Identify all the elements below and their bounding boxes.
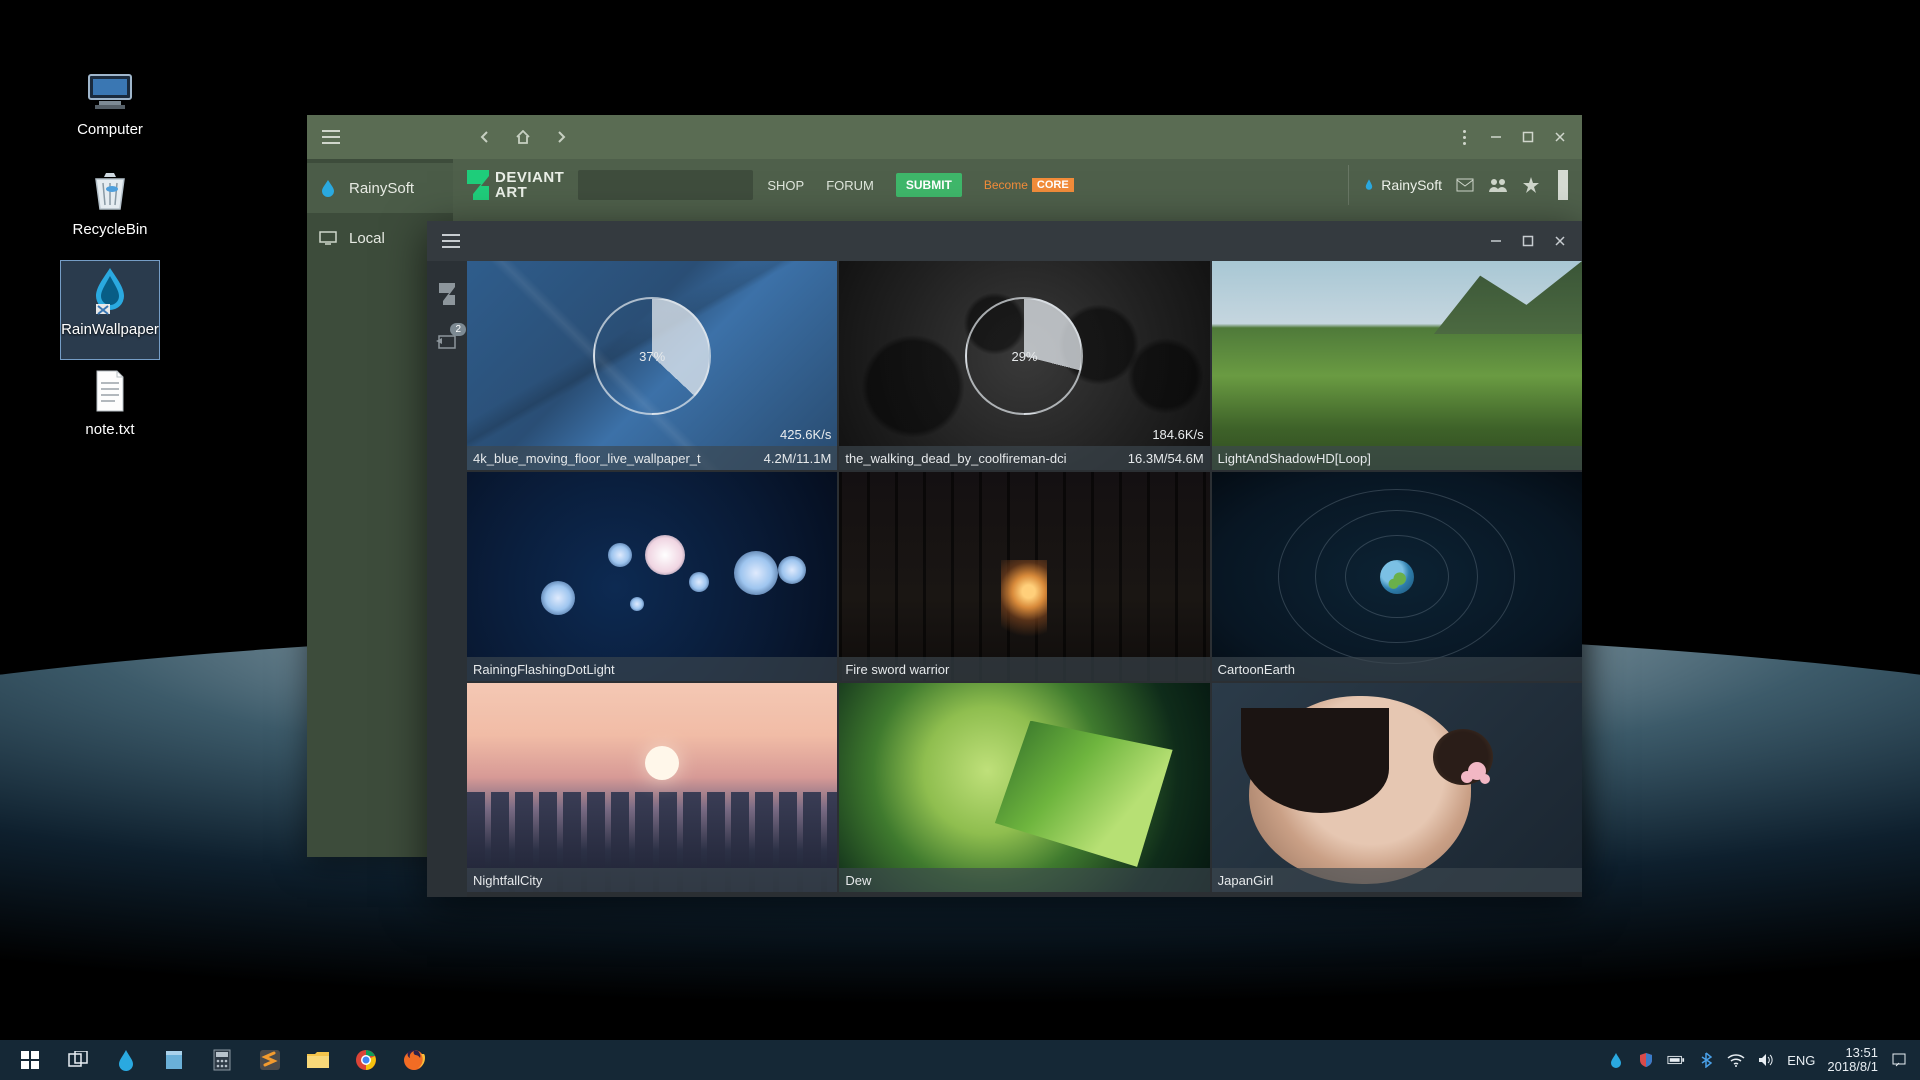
menu-more-button[interactable] — [1448, 121, 1480, 153]
taskbar-app-chrome[interactable] — [342, 1040, 390, 1080]
download-progress-pie: 29% — [965, 297, 1083, 415]
taskbar-app-sublime[interactable] — [246, 1040, 294, 1080]
taskbar-app-calculator[interactable] — [198, 1040, 246, 1080]
tile-title: JapanGirl — [1218, 873, 1274, 888]
nav-link-shop[interactable]: SHOP — [767, 178, 804, 193]
desktop-icon-label: RainWallpaper — [61, 321, 159, 338]
rainwallpaper-icon — [82, 267, 138, 315]
window-minimize-button[interactable] — [1480, 121, 1512, 153]
friends-icon[interactable] — [1488, 177, 1508, 193]
tile-title: NightfallCity — [473, 873, 542, 888]
mail-icon[interactable] — [1456, 178, 1474, 192]
wallpaper-tile[interactable]: 37% 425.6K/s 4k_blue_moving_floor_live_w… — [467, 261, 837, 470]
tile-title: Fire sword warrior — [845, 662, 949, 677]
tray-bluetooth-icon[interactable] — [1697, 1051, 1715, 1069]
nav-buttons — [475, 127, 571, 147]
nav-link-forum[interactable]: FORUM — [826, 178, 874, 193]
desktop-icon-label: note.txt — [85, 421, 134, 438]
system-tray: ENG 13:51 2018/8/1 — [1607, 1046, 1914, 1075]
tile-title: 4k_blue_moving_floor_live_wallpaper_t — [473, 451, 701, 466]
wallpaper-tile[interactable]: 29% 184.6K/s the_walking_dead_by_coolfir… — [839, 261, 1209, 470]
recyclebin-icon — [82, 167, 138, 215]
taskbar-app-firefox[interactable] — [390, 1040, 438, 1080]
tray-battery-icon[interactable] — [1667, 1051, 1685, 1069]
window-minimize-button[interactable] — [1480, 225, 1512, 257]
nav-back-button[interactable] — [475, 127, 495, 147]
tile-title: RainingFlashingDotLight — [473, 662, 615, 677]
sidebar-item-label: RainySoft — [349, 180, 414, 197]
wallpaper-tile[interactable]: Dew — [839, 683, 1209, 892]
window-titlebar[interactable] — [427, 221, 1582, 261]
download-progress-pie: 37% — [593, 297, 711, 415]
star-icon[interactable] — [1522, 176, 1540, 194]
submit-button[interactable]: SUBMIT — [896, 173, 962, 197]
wallpaper-tile[interactable]: Fire sword warrior — [839, 472, 1209, 681]
taskview-button[interactable] — [54, 1040, 102, 1080]
become-core-link[interactable]: BecomeCORE — [984, 178, 1074, 192]
deviantart-bar: DEVIANTART SHOP FORUM SUBMIT BecomeCORE … — [453, 159, 1582, 211]
earth-icon — [1380, 560, 1414, 594]
tray-clock[interactable]: 13:51 2018/8/1 — [1827, 1046, 1878, 1075]
desktop-icon-computer[interactable]: Computer — [60, 60, 160, 160]
wallpaper-tile[interactable]: JapanGirl — [1212, 683, 1582, 892]
app-window-gallery: 2 37% 425.6K/s 4k_blue_moving_floor_live… — [427, 221, 1582, 897]
desktop-icon-rainwallpaper[interactable]: RainWallpaper — [60, 260, 160, 360]
tile-progress: 4.2M/11.1M — [764, 451, 832, 466]
tray-shield-icon[interactable] — [1637, 1051, 1655, 1069]
tile-title: Dew — [845, 873, 871, 888]
desktop-icon-label: RecycleBin — [72, 221, 147, 238]
textfile-icon — [82, 367, 138, 415]
toolbar-downloads-button[interactable]: 2 — [434, 329, 460, 355]
tray-droplet-icon[interactable] — [1607, 1051, 1625, 1069]
tray-notifications-icon[interactable] — [1890, 1051, 1908, 1069]
download-speed: 425.6K/s — [780, 427, 831, 442]
hamburger-icon[interactable] — [317, 123, 345, 151]
sidebar-item-label: Local — [349, 230, 385, 247]
sidebar-item-rainysoft[interactable]: RainySoft — [307, 163, 453, 213]
taskbar-app-explorer[interactable] — [294, 1040, 342, 1080]
hamburger-icon[interactable] — [439, 229, 463, 253]
desktop-icons: Computer RecycleBin RainWallpaper note.t… — [60, 60, 160, 460]
computer-icon — [82, 67, 138, 115]
monitor-icon — [319, 229, 337, 247]
deviantart-mark-icon — [467, 170, 489, 200]
window-maximize-button[interactable] — [1512, 225, 1544, 257]
droplet-icon — [1365, 178, 1373, 192]
desktop-icon-recyclebin[interactable]: RecycleBin — [60, 160, 160, 260]
desktop-icon-note[interactable]: note.txt — [60, 360, 160, 460]
window-titlebar[interactable] — [307, 115, 1582, 159]
toolbar-deviantart-button[interactable] — [434, 281, 460, 307]
nav-home-button[interactable] — [513, 127, 533, 147]
wallpaper-tile[interactable]: LightAndShadowHD[Loop] — [1212, 261, 1582, 470]
download-speed: 184.6K/s — [1152, 427, 1203, 442]
taskbar-app-rainwallpaper[interactable] — [102, 1040, 150, 1080]
search-input[interactable] — [586, 178, 762, 193]
taskbar: ENG 13:51 2018/8/1 — [0, 1040, 1920, 1080]
vertical-toolbar: 2 — [427, 261, 467, 897]
tray-wifi-icon[interactable] — [1727, 1051, 1745, 1069]
wallpaper-tile[interactable]: RainingFlashingDotLight — [467, 472, 837, 681]
wallpaper-tile[interactable]: NightfallCity — [467, 683, 837, 892]
nav-forward-button[interactable] — [551, 127, 571, 147]
tray-language[interactable]: ENG — [1787, 1053, 1815, 1068]
start-button[interactable] — [6, 1040, 54, 1080]
search-box[interactable] — [578, 170, 753, 200]
tile-progress: 16.3M/54.6M — [1128, 451, 1204, 466]
tile-title: LightAndShadowHD[Loop] — [1218, 451, 1371, 466]
desktop-icon-label: Computer — [77, 121, 143, 138]
user-menu[interactable]: RainySoft — [1348, 165, 1442, 205]
window-close-button[interactable] — [1544, 121, 1576, 153]
wallpaper-tile[interactable]: CartoonEarth — [1212, 472, 1582, 681]
badge-count: 2 — [450, 323, 466, 336]
droplet-icon — [319, 179, 337, 197]
scrollbar-thumb[interactable] — [1558, 170, 1568, 200]
window-close-button[interactable] — [1544, 225, 1576, 257]
wallpaper-gallery: 37% 425.6K/s 4k_blue_moving_floor_live_w… — [467, 261, 1582, 897]
tile-title: CartoonEarth — [1218, 662, 1295, 677]
taskbar-app-notepad[interactable] — [150, 1040, 198, 1080]
tray-volume-icon[interactable] — [1757, 1051, 1775, 1069]
tile-title: the_walking_dead_by_coolfireman-dci — [845, 451, 1066, 466]
window-maximize-button[interactable] — [1512, 121, 1544, 153]
deviantart-logo[interactable]: DEVIANTART — [467, 170, 564, 200]
